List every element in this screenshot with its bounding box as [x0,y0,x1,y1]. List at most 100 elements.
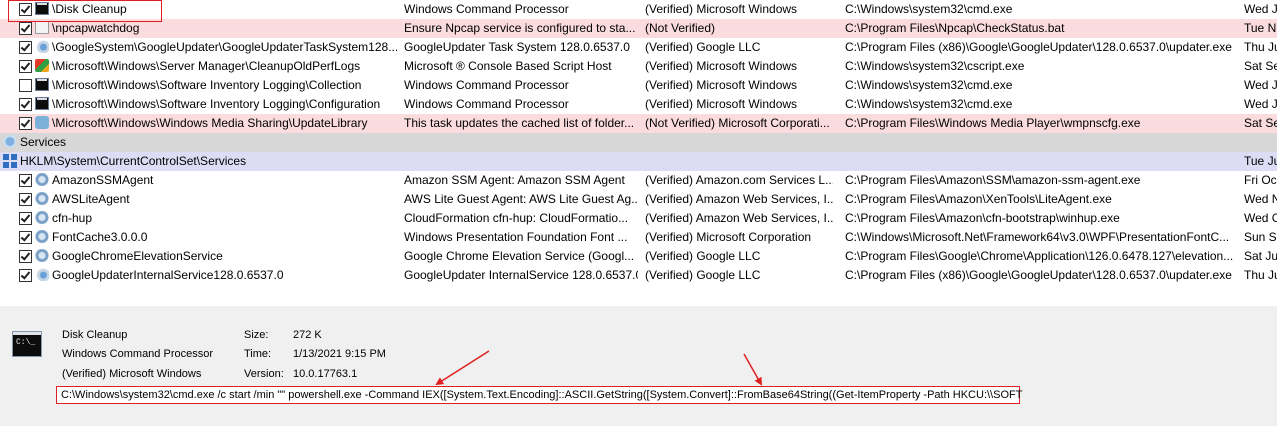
file-icon [35,21,49,34]
enable-checkbox[interactable] [19,231,32,244]
cell-timestamp: Wed C [1244,211,1277,225]
cmd-window-icon [35,97,49,110]
detail-publisher: (Verified) Microsoft Windows [62,368,202,380]
cell-entry: \GoogleSystem\GoogleUpdater\GoogleUpdate… [52,40,397,54]
enable-checkbox[interactable] [19,269,32,282]
cell-timestamp: Thu Ju [1244,268,1277,282]
cell-timestamp: Sat Ju [1244,249,1277,263]
entry-row[interactable]: \Microsoft\Windows\Windows Media Sharing… [0,114,1277,133]
cell-timestamp: Tue N [1244,21,1277,35]
cell-description: Windows Command Processor [404,97,569,111]
cell-image-path: C:\Program Files\Amazon\XenTools\LiteAge… [845,192,1112,206]
entry-row[interactable]: GoogleUpdaterInternalService128.0.6537.0… [0,266,1277,285]
cell-entry: AmazonSSMAgent [52,173,154,187]
cell-timestamp: Sat Se [1244,59,1277,73]
enable-checkbox[interactable] [19,117,32,130]
enable-checkbox[interactable] [19,212,32,225]
cell-publisher: (Verified) Amazon Web Services, I... [645,211,833,225]
cell-image-path: C:\Program Files\Amazon\SSM\amazon-ssm-a… [845,173,1141,187]
detail-time-value: 1/13/2021 9:15 PM [293,348,386,360]
entry-row[interactable]: \GoogleSystem\GoogleUpdater\GoogleUpdate… [0,38,1277,57]
enable-checkbox[interactable] [19,174,32,187]
cell-timestamp: Wed J [1244,78,1277,92]
group-header-row[interactable]: Services [0,133,1277,152]
cell-publisher: (Verified) Google LLC [645,268,761,282]
entry-row[interactable]: AmazonSSMAgent Amazon SSM Agent: Amazon S… [0,171,1277,190]
entry-row[interactable]: \npcapwatchdog Ensure Npcap service is co… [0,19,1277,38]
cell-entry: AWSLiteAgent [52,192,130,206]
cell-image-path: C:\Windows\system32\cmd.exe [845,97,1013,111]
cell-timestamp: Tue Ju [1244,154,1277,168]
cell-entry: \Microsoft\Windows\Software Inventory Lo… [52,78,362,92]
cell-timestamp: Wed J [1244,2,1277,16]
cell-timestamp: Sat Se [1244,116,1277,130]
cell-publisher: (Verified) Amazon Web Services, I... [645,192,833,206]
cell-entry: GoogleUpdaterInternalService128.0.6537.0 [52,268,284,282]
registry-location-row[interactable]: HKLM\System\CurrentControlSet\Services Tu… [0,152,1277,171]
cell-timestamp: Thu Ju [1244,40,1277,54]
service-icon [35,249,49,262]
entry-row[interactable]: cfn-hup CloudFormation cfn-hup: CloudForm… [0,209,1277,228]
cell-entry: \Microsoft\Windows\Server Manager\Cleanu… [52,59,361,73]
enable-checkbox[interactable] [19,250,32,263]
cell-image-path: C:\Program Files\Google\Chrome\Applicati… [845,249,1234,263]
cell-image-path: C:\Program Files\Windows Media Player\wm… [845,116,1141,130]
detail-description: Windows Command Processor [62,348,213,360]
highlight-box-disk-cleanup [8,0,162,22]
cell-description: GoogleUpdater InternalService 128.0.6537… [404,268,638,282]
cell-image-path: C:\Windows\Microsoft.Net\Framework64\v3.… [845,230,1230,244]
enable-checkbox[interactable] [19,193,32,206]
entry-row[interactable]: FontCache3.0.0.0 Windows Presentation Fou… [0,228,1277,247]
detail-size-label: Size: [244,329,269,341]
enable-checkbox[interactable] [19,60,32,73]
script-host-icon [35,59,49,72]
cell-publisher: (Not Verified) [645,21,716,35]
detail-version-label: Version: [244,368,284,380]
updater-gear-icon [35,40,49,53]
cell-description: Amazon SSM Agent: Amazon SSM Agent [404,173,625,187]
cell-timestamp: Wed J [1244,97,1277,111]
cell-description: CloudFormation cfn-hup: CloudFormatio... [404,211,629,225]
cell-publisher: (Verified) Microsoft Windows [645,78,798,92]
entry-row[interactable]: GoogleChromeElevationService Google Chrom… [0,247,1277,266]
cell-entry: \Microsoft\Windows\Windows Media Sharing… [52,116,368,130]
detail-name: Disk Cleanup [62,329,128,341]
entry-row[interactable]: \Microsoft\Windows\Server Manager\Cleanu… [0,57,1277,76]
enable-checkbox[interactable] [19,41,32,54]
autoruns-entry-list: \Disk Cleanup Windows Command Processor (V… [0,0,1277,293]
entry-row[interactable]: \Microsoft\Windows\Software Inventory Lo… [0,95,1277,114]
entry-row[interactable]: \Disk Cleanup Windows Command Processor (V… [0,0,1277,19]
cell-publisher: (Verified) Google LLC [645,249,761,263]
cell-image-path: C:\Program Files (x86)\Google\GoogleUpda… [845,40,1232,54]
service-icon [35,192,49,205]
cell-entry: FontCache3.0.0.0 [52,230,148,244]
cell-publisher: (Not Verified) Microsoft Corporati... [645,116,830,130]
entry-row[interactable]: AWSLiteAgent AWS Lite Guest Agent: AWS Li… [0,190,1277,209]
enable-checkbox[interactable] [19,98,32,111]
command-line-text: C:\Windows\system32\cmd.exe /c start /mi… [61,389,1023,401]
cell-description: Windows Command Processor [404,2,569,16]
detail-size-value: 272 K [293,329,322,341]
cmd-window-icon [35,78,49,91]
command-line-field[interactable]: C:\Windows\system32\cmd.exe /c start /mi… [56,386,1023,404]
cell-entry: GoogleChromeElevationService [52,249,223,263]
enable-checkbox[interactable] [19,79,32,92]
service-icon [35,230,49,243]
cell-entry: cfn-hup [52,211,93,225]
enable-checkbox[interactable] [19,22,32,35]
cmd-window-icon: C:\_ [12,331,42,357]
cell-description: Windows Command Processor [404,78,569,92]
cell-image-path: C:\Program Files\Amazon\cfn-bootstrap\wi… [845,211,1120,225]
services-group-icon [3,135,17,148]
cell-description: Ensure Npcap service is configured to st… [404,21,636,35]
cell-description: AWS Lite Guest Agent: AWS Lite Guest Ag.… [404,192,638,206]
service-icon [35,211,49,224]
media-player-icon [35,116,49,129]
entry-row[interactable]: \Microsoft\Windows\Software Inventory Lo… [0,76,1277,95]
cell-publisher: (Verified) Amazon.com Services L... [645,173,833,187]
cell-description: This task updates the cached list of fol… [404,116,635,130]
cell-entry: Services [20,135,67,149]
cell-timestamp: Fri Oc [1244,173,1277,187]
service-icon [35,173,49,186]
registry-icon [3,154,17,168]
